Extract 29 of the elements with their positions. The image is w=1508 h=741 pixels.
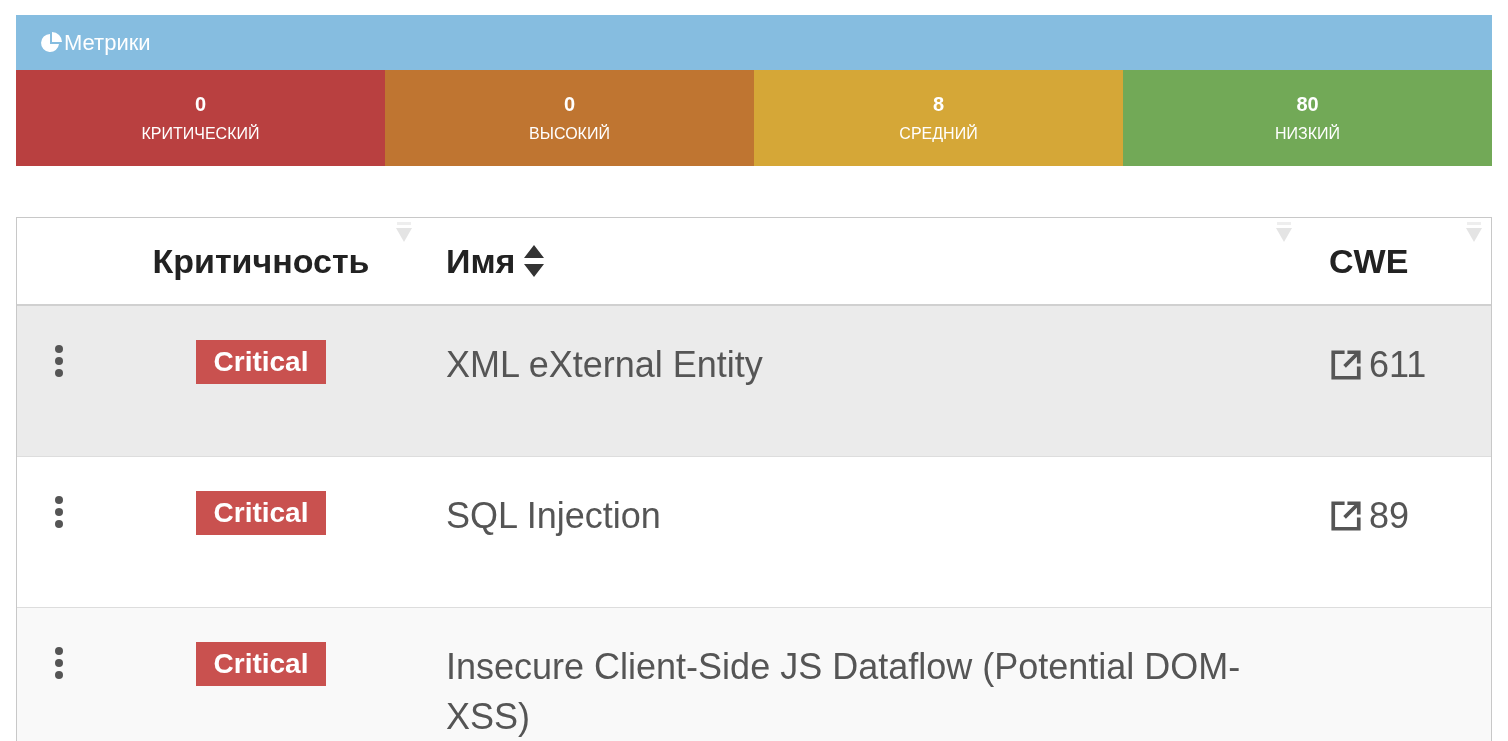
external-link-icon bbox=[1329, 499, 1363, 533]
table-row[interactable]: Critical XML eXternal Entity 611 bbox=[17, 306, 1491, 457]
column-header[interactable]: CWE bbox=[1329, 235, 1409, 287]
severity-badge: Critical bbox=[195, 340, 327, 384]
more-options-icon[interactable] bbox=[54, 495, 64, 529]
vulnerability-name: XML eXternal Entity bbox=[446, 344, 763, 385]
table-row[interactable]: Critical Insecure Client-Side JS Dataflow (Potential DOM-XSS) bbox=[17, 608, 1491, 741]
metrics-title: Метрики bbox=[64, 29, 151, 57]
column-header[interactable]: Имя bbox=[446, 235, 546, 287]
external-link-icon bbox=[1329, 348, 1363, 382]
more-options-icon[interactable] bbox=[54, 646, 64, 680]
vulnerability-name: SQL Injection bbox=[446, 495, 661, 536]
tile-label: КРИТИЧЕСКИЙ bbox=[141, 126, 260, 142]
severity-badge: Critical bbox=[195, 491, 327, 535]
cwe-link[interactable]: 89 bbox=[1329, 491, 1491, 541]
severity-badge: Critical bbox=[195, 642, 327, 686]
column-header[interactable]: Критичность bbox=[152, 235, 370, 287]
vulnerability-name: Insecure Client-Side JS Dataflow (Potential DOM-XSS) bbox=[446, 646, 1241, 737]
pie-chart-icon bbox=[40, 31, 62, 54]
tile-label: НИЗКИЙ bbox=[1274, 126, 1340, 142]
cwe-link[interactable]: 611 bbox=[1329, 340, 1491, 390]
more-options-icon[interactable] bbox=[54, 344, 64, 378]
tile-label: СРЕДНИЙ bbox=[899, 126, 978, 142]
tile-count: 8 bbox=[932, 94, 945, 114]
sort-icon[interactable] bbox=[523, 244, 546, 278]
tile-count: 0 bbox=[563, 94, 576, 114]
tile-count: 80 bbox=[1296, 94, 1319, 114]
tile-label: ВЫСОКИЙ bbox=[529, 126, 610, 142]
tile-count: 0 bbox=[194, 94, 207, 114]
